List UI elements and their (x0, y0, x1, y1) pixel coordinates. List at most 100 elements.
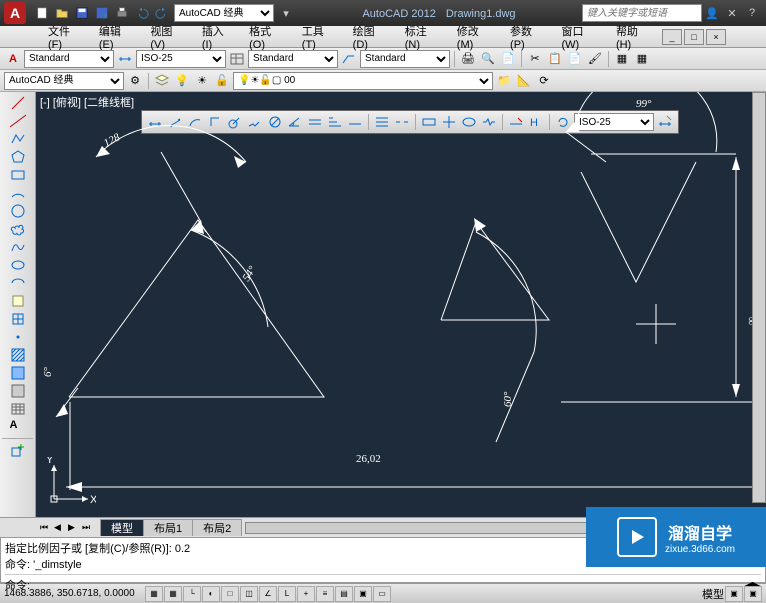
menu-dimension[interactable]: 标注(N) (397, 23, 449, 51)
preview-icon[interactable]: 🔍 (479, 50, 497, 68)
rect-icon[interactable] (10, 167, 26, 183)
block-icon[interactable] (10, 311, 26, 327)
snap-button[interactable]: ▦ (145, 586, 163, 602)
text-a-icon[interactable]: A (4, 50, 22, 68)
text-style-selector[interactable]: Standard (24, 50, 114, 68)
publish-icon[interactable]: 📄 (499, 50, 517, 68)
spline-icon[interactable] (10, 239, 26, 255)
workspace-selector[interactable]: AutoCAD 经典 (174, 4, 274, 22)
otrack-button[interactable]: ∠ (259, 586, 277, 602)
lock-icon[interactable]: 🔓 (213, 72, 231, 90)
cut-icon[interactable]: ✂ (526, 50, 544, 68)
status-model[interactable]: 模型 (702, 586, 724, 602)
gradient-icon[interactable] (10, 365, 26, 381)
table-style-selector[interactable]: Standard (248, 50, 338, 68)
osnap-button[interactable]: □ (221, 586, 239, 602)
redo-icon[interactable] (153, 4, 171, 22)
layer-states-icon[interactable]: 📁 (495, 72, 513, 90)
hatch-icon[interactable] (10, 347, 26, 363)
undo-icon[interactable] (133, 4, 151, 22)
mleader-icon[interactable] (340, 50, 358, 68)
sun-icon[interactable]: ☀ (193, 72, 211, 90)
open-icon[interactable] (53, 4, 71, 22)
layer-iso-icon[interactable]: 📐 (515, 72, 533, 90)
tab-first-icon[interactable]: ⏮ (40, 522, 52, 533)
block2-icon[interactable]: ▦ (633, 50, 651, 68)
new-icon[interactable] (33, 4, 51, 22)
ellipse-arc-icon[interactable] (10, 275, 26, 291)
copy-icon[interactable]: 📋 (546, 50, 564, 68)
qp-button[interactable]: ▣ (354, 586, 372, 602)
dim-icon[interactable] (116, 50, 134, 68)
drawing-canvas[interactable]: [-] [俯视] [二维线框] H (36, 92, 766, 517)
menu-insert[interactable]: 插入(I) (194, 23, 241, 51)
tab-model[interactable]: 模型 (100, 519, 144, 536)
ellipse-icon[interactable] (10, 257, 26, 273)
xline-icon[interactable] (10, 113, 26, 129)
tab-prev-icon[interactable]: ◀ (54, 522, 66, 533)
save-icon[interactable] (73, 4, 91, 22)
menu-format[interactable]: 格式(O) (241, 23, 294, 51)
pline-icon[interactable] (10, 131, 26, 147)
scrollbar-vertical[interactable] (752, 92, 766, 503)
match-icon[interactable]: 🖌 (586, 50, 604, 68)
arc-icon[interactable] (10, 185, 26, 201)
polar-button[interactable]: ◐ (202, 586, 220, 602)
ortho-button[interactable]: └ (183, 586, 201, 602)
tab-next-icon[interactable]: ▶ (68, 522, 80, 533)
status-btn1[interactable]: ▣ (725, 586, 743, 602)
ducs-button[interactable]: L (278, 586, 296, 602)
menu-parametric[interactable]: 参数(P) (502, 23, 553, 51)
tab-layout1[interactable]: 布局1 (143, 519, 193, 536)
qat-dropdown-icon[interactable]: ▾ (277, 4, 295, 22)
coordinates[interactable]: 1468.3886, 350.6718, 0.0000 (4, 588, 144, 599)
search-input[interactable] (582, 4, 702, 22)
app-logo[interactable]: A (4, 2, 26, 24)
addsel-icon[interactable] (10, 442, 26, 458)
print-icon[interactable]: 🖨 (459, 50, 477, 68)
dim-style-selector[interactable]: ISO-25 (136, 50, 226, 68)
bulb-icon[interactable]: 💡 (173, 72, 191, 90)
status-btn2[interactable]: ▣ (744, 586, 762, 602)
menu-view[interactable]: 视图(V) (142, 23, 193, 51)
saveas-icon[interactable] (93, 4, 111, 22)
layer-prev-icon[interactable]: ⟳ (535, 72, 553, 90)
maximize-button[interactable]: □ (684, 29, 704, 45)
lwt-button[interactable]: ≡ (316, 586, 334, 602)
exchange-icon[interactable]: ✕ (723, 4, 741, 22)
grid-button[interactable]: ▦ (164, 586, 182, 602)
menu-tools[interactable]: 工具(T) (294, 23, 345, 51)
sc-button[interactable]: ▭ (373, 586, 391, 602)
tab-last-icon[interactable]: ⏭ (82, 522, 94, 533)
mleader-style-selector[interactable]: Standard (360, 50, 450, 68)
block-icon[interactable]: ▦ (613, 50, 631, 68)
tpy-button[interactable]: ▤ (335, 586, 353, 602)
help-icon[interactable]: ? (743, 4, 761, 22)
insert-icon[interactable] (10, 293, 26, 309)
gear-icon[interactable]: ⚙ (126, 72, 144, 90)
menu-edit[interactable]: 编辑(E) (91, 23, 142, 51)
circle-icon[interactable] (10, 203, 26, 219)
user-icon[interactable]: 👤 (703, 4, 721, 22)
line-icon[interactable] (10, 95, 26, 111)
layer-props-icon[interactable] (153, 72, 171, 90)
menu-modify[interactable]: 修改(M) (449, 23, 502, 51)
polygon-icon[interactable] (10, 149, 26, 165)
3dosnap-button[interactable]: ◫ (240, 586, 258, 602)
tab-layout2[interactable]: 布局2 (192, 519, 242, 536)
table-icon[interactable] (228, 50, 246, 68)
mtext-icon[interactable]: A (10, 419, 26, 435)
minimize-button[interactable]: _ (662, 29, 682, 45)
region-icon[interactable] (10, 383, 26, 399)
menu-help[interactable]: 帮助(H) (608, 23, 660, 51)
dyn-button[interactable]: + (297, 586, 315, 602)
menu-draw[interactable]: 绘图(D) (345, 23, 397, 51)
layer-selector[interactable]: 💡☀🔓▢ 00 (233, 72, 493, 90)
close-button[interactable]: × (706, 29, 726, 45)
menu-file[interactable]: 文件(F) (40, 23, 91, 51)
point-icon[interactable] (10, 329, 26, 345)
print-icon[interactable] (113, 4, 131, 22)
menu-window[interactable]: 窗口(W) (554, 23, 608, 51)
paste-icon[interactable]: 📄 (566, 50, 584, 68)
workspace-selector-2[interactable]: AutoCAD 经典 (4, 72, 124, 90)
